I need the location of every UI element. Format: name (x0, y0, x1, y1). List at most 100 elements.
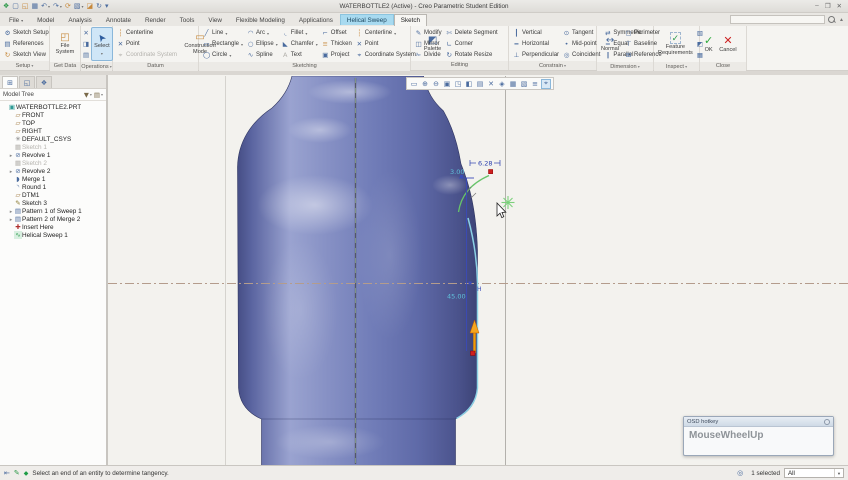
ribbon-button[interactable]: ↻ Rotate Resize (444, 49, 500, 60)
group-label-dimension[interactable]: Dimension (597, 62, 653, 71)
ribbon-button[interactable]: ⌖ Coordinate System (115, 50, 179, 61)
ribbon-button[interactable]: ◯ Circle ▾ (201, 50, 245, 61)
quick-access-button[interactable]: ◪ (86, 2, 93, 11)
command-search-input[interactable] (730, 15, 826, 24)
tree-item[interactable]: ▱ TOP (2, 119, 106, 127)
paste-icon[interactable]: ▤ (83, 51, 89, 59)
graphics-canvas[interactable]: 6.28 3.00 45.00 H (108, 76, 848, 465)
tree-item[interactable]: ⊘ Revolve 2 (2, 167, 106, 175)
quick-access-button[interactable]: ▦ (32, 2, 39, 11)
ribbon-button[interactable]: ↻ Sketch View (2, 49, 51, 60)
ribbon-button[interactable]: ⌖ Coordinate System (354, 50, 418, 61)
ribbon-button[interactable]: ∟ Corner (444, 38, 500, 49)
ribbon-tab[interactable]: View (201, 14, 229, 25)
dropdown-arrow-icon[interactable]: ▾ (48, 2, 50, 11)
ribbon-button[interactable]: ┆ Centerline ▾ (354, 28, 418, 39)
tree-item[interactable]: ◝ Round 1 (2, 183, 106, 191)
chevron-down-icon[interactable]: ▾ (316, 42, 318, 47)
close-icon[interactable]: ✕ (837, 2, 842, 10)
ribbon-button[interactable]: ◟ Fillet ▾ (280, 28, 320, 39)
ribbon-button[interactable]: ◫ Mirror (413, 38, 444, 49)
ribbon-button[interactable]: ✕ Point (115, 39, 179, 50)
tree-item[interactable]: ▦ Sketch 1 (2, 143, 106, 151)
display-style-icon[interactable]: ◧ (464, 79, 474, 89)
tree-item[interactable]: ▣ WATERBOTTLE2.PRT (2, 103, 106, 111)
search-icon[interactable] (828, 15, 836, 24)
chevron-down-icon[interactable]: ▾ (101, 51, 103, 56)
ribbon-tab[interactable]: File ▾ (2, 14, 30, 25)
ribbon-button[interactable]: ┆ Centerline (115, 28, 179, 39)
saved-orientations-icon[interactable]: ▤ (475, 79, 485, 89)
chevron-down-icon[interactable]: ▾ (241, 42, 243, 47)
quick-access-button[interactable]: ▢ (12, 2, 19, 11)
tree-item[interactable]: ▱ FRONT (2, 111, 106, 119)
collapse-ribbon-icon[interactable]: ▲ (839, 17, 844, 23)
ribbon-button[interactable]: ◣ Chamfer ▾ (280, 39, 320, 50)
quick-access-button[interactable]: ↶ ▾ (41, 2, 50, 11)
group-label-operations[interactable]: Operations (81, 62, 112, 71)
chevron-down-icon[interactable]: ▾ (305, 31, 307, 36)
chevron-down-icon[interactable]: ▾ (101, 92, 103, 97)
ribbon-button[interactable]: ⚙ Sketch Setup (2, 27, 51, 38)
ok-button[interactable]: ✓ OK (702, 27, 715, 61)
ribbon-button[interactable]: ╱ Line ▾ (201, 28, 245, 39)
restore-icon[interactable]: ❐ (825, 2, 831, 10)
tree-item[interactable]: ◗ Merge 1 (2, 175, 106, 183)
osd-close-icon[interactable] (824, 418, 830, 425)
3d-dragger-icon[interactable]: ▧ (519, 79, 529, 89)
model-tree-tab-icon[interactable]: ⊞ (2, 76, 18, 88)
minimize-icon[interactable]: – (815, 2, 819, 10)
expand-arrow-icon[interactable] (10, 152, 13, 159)
feature-requirements-button[interactable]: ✓ Feature Requirements (656, 27, 695, 61)
selection-filter-dropdown[interactable]: All ▼ (784, 468, 844, 478)
expand-arrow-icon[interactable] (10, 168, 13, 175)
dropdown-arrow-icon[interactable]: ▾ (60, 2, 62, 11)
quick-access-button[interactable]: ↻ (96, 2, 102, 11)
ribbon-button[interactable]: ▤ References (2, 38, 51, 49)
ribbon-tab[interactable]: Flexible Modeling (229, 14, 292, 25)
tree-item[interactable]: ⊘ Revolve 1 (2, 151, 106, 159)
cut-icon[interactable]: ✕ (83, 29, 88, 37)
zoom-out-icon[interactable]: ⊖ (431, 79, 441, 89)
chevron-down-icon[interactable]: ▼ (834, 469, 843, 477)
pitch-dimension-value[interactable]: 6.28 (478, 160, 492, 168)
ribbon-button[interactable]: ▣ Project (320, 50, 354, 61)
ribbon-button[interactable]: ◠ Arc ▾ (245, 28, 280, 39)
tree-item[interactable]: ▤ Pattern 2 of Merge 2 (2, 215, 106, 223)
tree-item[interactable]: ▱ RIGHT (2, 127, 106, 135)
tree-item[interactable]: ▦ Sketch 2 (2, 159, 106, 167)
smart-filter-icon[interactable]: ✎ (14, 469, 20, 477)
select-ready-icon[interactable]: ⇤ (4, 469, 10, 477)
find-icon[interactable]: ◎ (737, 469, 743, 477)
cancel-button[interactable]: ✕ Cancel (717, 27, 738, 61)
repaint-icon[interactable]: ▣ (442, 79, 452, 89)
ribbon-button[interactable]: ⌐ Offset (320, 28, 354, 39)
tree-item[interactable]: ✎ Sketch 3 (2, 199, 106, 207)
tree-filter-icon[interactable]: ▼ (84, 91, 89, 99)
quick-access-button[interactable]: ▾ (105, 2, 109, 11)
quick-access-button[interactable]: ▧ ▾ (74, 2, 84, 11)
zoom-in-icon[interactable]: ⊕ (420, 79, 430, 89)
annotation-display-icon[interactable]: ◈ (497, 79, 507, 89)
chevron-down-icon[interactable]: ▾ (225, 31, 227, 36)
chevron-down-icon[interactable]: ▾ (90, 92, 92, 97)
favorites-tab-icon[interactable]: ❖ (36, 76, 52, 88)
select-button[interactable]: ➤ Select ▾ (91, 27, 113, 61)
ribbon-tab[interactable]: Analysis (61, 14, 98, 25)
group-label-inspect[interactable]: Inspect (654, 62, 699, 71)
tree-item[interactable]: ▱ DTM1 (2, 191, 106, 199)
chevron-down-icon[interactable]: ▾ (229, 53, 231, 58)
ribbon-button[interactable]: ∿ Spline (245, 50, 280, 61)
weak-arc-dimension-value[interactable]: 3.00 (450, 168, 464, 176)
chevron-down-icon[interactable]: ▾ (267, 31, 269, 36)
ribbon-tab[interactable]: Render (138, 14, 173, 25)
quick-access-button[interactable]: ◱ (22, 2, 29, 11)
tree-item[interactable]: ✳ DEFAULT_CSYS (2, 135, 106, 143)
profile-start-vertex[interactable] (470, 350, 476, 356)
normal-dimension-button[interactable]: ↔ Normal (599, 27, 621, 61)
shading-style-icon[interactable]: ◳ (453, 79, 463, 89)
ribbon-button[interactable]: ≡ Thicken (320, 39, 354, 50)
ribbon-button[interactable]: ━ Horizontal (511, 38, 561, 49)
ribbon-tab[interactable]: Model (30, 14, 61, 25)
tree-item[interactable]: ✚ Insert Here (2, 223, 106, 231)
